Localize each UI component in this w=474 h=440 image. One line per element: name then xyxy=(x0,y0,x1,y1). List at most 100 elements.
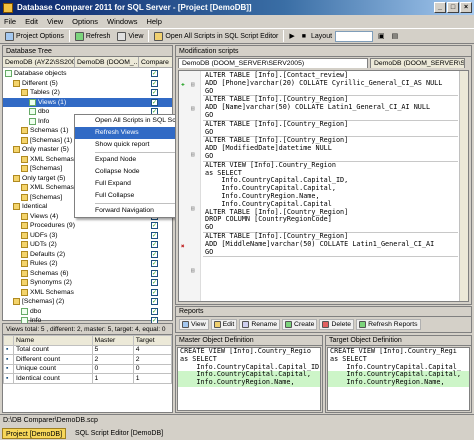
folder-icon xyxy=(21,184,28,192)
layout-save-icon[interactable]: ▤ xyxy=(390,30,401,42)
tree-node-label: Only master (5) xyxy=(22,146,69,153)
tree-node[interactable]: Defaults (2) xyxy=(3,250,172,260)
tree-node[interactable]: UDFs (3) xyxy=(3,231,172,241)
stats-table: Name Master Target ▪ Total count 5 4 ▪ Differ… xyxy=(3,335,173,384)
stats-cell: 2 xyxy=(132,354,173,365)
report-view-button[interactable]: View xyxy=(179,319,209,330)
report-rename-button[interactable]: Rename xyxy=(239,319,281,330)
stats-header-name[interactable]: Name xyxy=(13,335,93,346)
tree-node[interactable]: UDTs (2) xyxy=(3,240,172,250)
refresh-button[interactable]: Refresh xyxy=(73,30,113,42)
tree-node-label: Rules (2) xyxy=(30,260,58,267)
stats-row[interactable]: ▪ Unique count 0 0 xyxy=(3,363,173,374)
menu-view[interactable]: View xyxy=(47,17,63,26)
title-bar: Database Comparer 2011 for SQL Server - … xyxy=(0,0,474,15)
minimize-button[interactable]: _ xyxy=(434,2,446,13)
database-tree-header: Database Tree xyxy=(3,46,172,57)
toolbar-separator xyxy=(283,30,285,42)
report-edit-button[interactable]: Edit xyxy=(210,319,238,330)
refresh-reports-button[interactable]: Refresh Reports xyxy=(356,319,421,330)
tree-node-label: [Schemas] (2) xyxy=(22,298,65,305)
close-button[interactable]: × xyxy=(460,2,472,13)
rename-icon xyxy=(242,321,250,328)
tree-node[interactable]: Rules (2) xyxy=(3,259,172,269)
script-editor[interactable]: ✚ ▤ ▤ ▤ ▤ ✖ ▤ ALTER TABLE [Info].[Contac… xyxy=(178,70,469,302)
stats-row[interactable]: ▪ Identical count 1 1 xyxy=(3,373,173,384)
tree-node[interactable]: Schemas (6) xyxy=(3,269,172,279)
compare-checkbox[interactable]: ✓ xyxy=(151,298,158,305)
view-icon xyxy=(117,31,127,41)
maximize-button[interactable]: □ xyxy=(447,2,459,13)
object-icon xyxy=(5,70,12,78)
folder-icon xyxy=(21,231,28,239)
compare-checkbox[interactable]: ✓ xyxy=(151,231,158,239)
app-icon xyxy=(3,2,13,13)
stats-row[interactable]: ▪ Different count 2 2 xyxy=(3,354,173,365)
menu-file[interactable]: File xyxy=(4,17,16,26)
compare-column[interactable]: Compare xyxy=(139,57,169,67)
compare-checkbox[interactable]: ✓ xyxy=(151,250,158,258)
compare-checkbox[interactable]: ✓ xyxy=(151,241,158,248)
folder-icon xyxy=(13,174,20,182)
tab-sql-script-editor[interactable]: SQL Script Editor [DemoDB] xyxy=(72,428,166,439)
compare-checkbox[interactable]: ✓ xyxy=(151,222,158,229)
refresh-icon xyxy=(359,321,367,328)
compare-checkbox[interactable]: ✓ xyxy=(151,279,158,286)
view-button[interactable]: View xyxy=(115,30,145,42)
layout-apply-icon[interactable]: ▣ xyxy=(376,30,387,42)
compare-checkbox[interactable]: ✓ xyxy=(151,269,158,277)
compare-checkbox[interactable]: ✓ xyxy=(151,288,158,296)
stats-cell: 0 xyxy=(132,363,173,374)
folder-icon xyxy=(21,89,28,97)
stats-cell: 1 xyxy=(132,373,173,384)
compare-checkbox[interactable]: ✓ xyxy=(151,260,158,267)
tree-node[interactable]: Different (5) xyxy=(3,79,172,89)
tab-project[interactable]: Project [DemoDB] xyxy=(2,427,67,439)
compare-checkbox[interactable]: ✓ xyxy=(151,98,158,106)
script-icon: ▤ xyxy=(191,205,195,212)
menu-edit[interactable]: Edit xyxy=(25,17,38,26)
open-all-scripts-button[interactable]: Open All Scripts in SQL Script Editor xyxy=(152,30,280,42)
play-icon[interactable]: ▶ xyxy=(287,30,296,42)
compare-checkbox[interactable]: ✓ xyxy=(151,79,158,87)
report-delete-button[interactable]: Delete xyxy=(319,319,355,330)
tree-node[interactable]: Synonyms (2) xyxy=(3,278,172,288)
report-create-button[interactable]: Create xyxy=(282,319,318,330)
tree-node[interactable]: Database objects xyxy=(3,69,172,79)
tree-node[interactable]: [Schemas] (2) xyxy=(3,297,172,307)
right-db-column[interactable]: DemoDB (DOOM_... xyxy=(75,57,139,67)
view-icon xyxy=(182,321,189,328)
layout-select[interactable] xyxy=(335,30,374,42)
script-gutter: ✚ ▤ ▤ ▤ ▤ ✖ ▤ xyxy=(179,71,201,301)
stats-header-master[interactable]: Master xyxy=(91,335,134,346)
compare-checkbox[interactable]: ✓ xyxy=(151,307,158,315)
compare-checkbox[interactable]: ✓ xyxy=(151,70,158,77)
stats-row[interactable]: ▪ Total count 5 4 xyxy=(3,344,173,355)
tree-node[interactable]: Tables (2) xyxy=(3,88,172,98)
target-definition-editor[interactable]: CREATE VIEW [Info].Country_Regi as SELECT… xyxy=(327,347,470,411)
tree-node[interactable]: Procedures (9) xyxy=(3,221,172,231)
menu-help[interactable]: Help xyxy=(146,17,161,26)
tree-node-label: [Schemas] (1) xyxy=(30,136,73,144)
stop-icon[interactable]: ■ xyxy=(300,30,308,42)
menu-options[interactable]: Options xyxy=(72,17,98,26)
folder-icon xyxy=(21,222,28,230)
tree-node[interactable]: XML Schemas xyxy=(3,288,172,298)
menu-windows[interactable]: Windows xyxy=(107,17,137,26)
script-scrollbar[interactable] xyxy=(459,71,468,301)
tree-node[interactable]: Views (1) xyxy=(3,97,172,107)
tree-columns: DemoDB (AYZ2\SS2005) DemoDB (DOOM_... Co… xyxy=(3,57,172,68)
stats-header-target[interactable]: Target xyxy=(132,335,173,346)
stats-cell: Total count xyxy=(13,344,93,355)
tree-node[interactable]: dbo xyxy=(3,307,172,317)
compare-checkbox[interactable]: ✓ xyxy=(151,89,158,96)
tree-node-label: XML Schemas xyxy=(30,288,74,296)
tab-right-db[interactable]: DemoDB (DOOM_SERVER\SERV2005) xyxy=(370,58,465,68)
row-bullet-icon: ▪ xyxy=(3,363,14,374)
script-icon: ▤ xyxy=(191,81,195,88)
tab-left-db[interactable]: DemoDB (DOOM_SERVER\SERV2005) xyxy=(178,58,368,68)
reports-header: Reports xyxy=(176,307,471,317)
project-options-button[interactable]: Project Options xyxy=(3,30,66,42)
master-definition-editor[interactable]: CREATE VIEW [Info].Country_Regio as SELEC… xyxy=(177,347,321,411)
left-db-column[interactable]: DemoDB (AYZ2\SS2005) xyxy=(3,57,75,67)
